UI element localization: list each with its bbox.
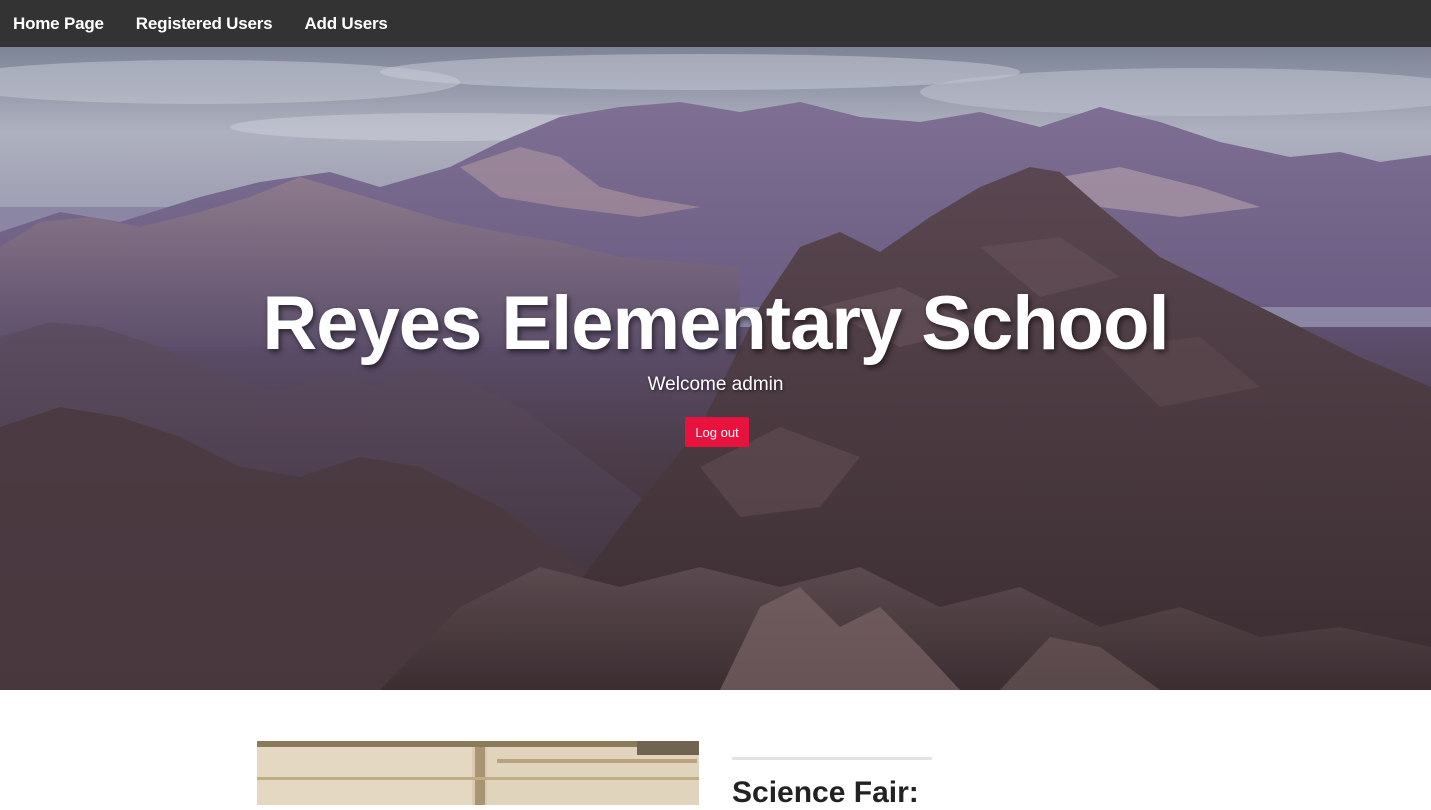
science-fair-image — [257, 741, 699, 805]
hero-banner: Reyes Elementary School Welcome admin Lo… — [0, 47, 1431, 690]
nav-add-users[interactable]: Add Users — [304, 14, 387, 34]
logout-button[interactable]: Log out — [685, 417, 749, 447]
content-section: Science Fair: — [0, 690, 1431, 809]
section-divider — [732, 757, 932, 760]
welcome-message: Welcome admin — [647, 374, 784, 395]
hero-content: Reyes Elementary School Welcome admin Lo… — [0, 47, 1431, 690]
nav-registered-users[interactable]: Registered Users — [136, 14, 273, 34]
page-title: Reyes Elementary School — [262, 281, 1169, 366]
nav-home-page[interactable]: Home Page — [13, 14, 104, 34]
top-navbar: Home Page Registered Users Add Users — [0, 0, 1431, 47]
gym-photo — [257, 741, 699, 805]
